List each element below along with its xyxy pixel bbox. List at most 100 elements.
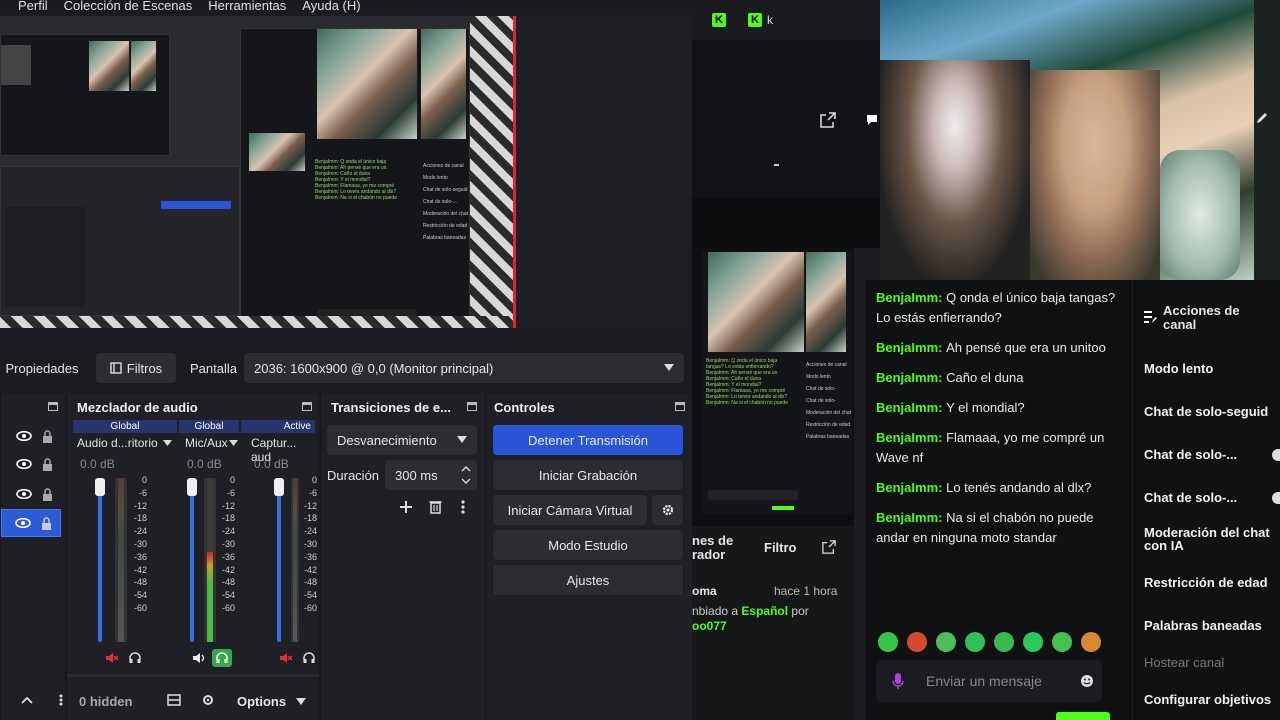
eye-icon[interactable] [16, 489, 32, 499]
channel-action-item[interactable]: Palabras baneadas [1144, 618, 1262, 633]
lock-icon[interactable] [42, 487, 53, 501]
mixer-scrollbar[interactable] [67, 674, 319, 677]
chat-bubble-icon[interactable] [866, 114, 878, 126]
menu-herramientas[interactable]: Herramientas [208, 0, 286, 12]
channel-action-item[interactable]: Hostear canal [1144, 655, 1224, 670]
source-row[interactable] [1, 450, 61, 478]
stop-stream-button[interactable]: Detener Transmisión [493, 425, 683, 455]
transition-select[interactable]: Desvanecimiento [327, 425, 477, 455]
menu-coleccion-escenas[interactable]: Colección de Escenas [64, 0, 193, 12]
emote-icon[interactable] [994, 632, 1014, 652]
options-button[interactable]: Options [237, 694, 286, 709]
send-button[interactable] [1056, 712, 1110, 720]
source-row-selected[interactable] [1, 509, 61, 537]
emote-icon[interactable] [1023, 632, 1043, 652]
lock-icon[interactable] [41, 516, 52, 530]
more-vertical-icon[interactable] [59, 694, 63, 706]
volume-fader[interactable] [190, 482, 194, 642]
emote-icon[interactable] [907, 632, 927, 652]
volume-fader[interactable] [277, 482, 281, 642]
popout-icon[interactable] [48, 402, 58, 411]
more-vertical-icon[interactable] [461, 500, 465, 514]
chat-username[interactable]: BenjaImm [876, 290, 938, 305]
fader-knob[interactable] [187, 478, 197, 496]
virtual-camera-button[interactable]: Iniciar Cámara Virtual [493, 495, 647, 525]
chevron-down-icon[interactable] [296, 698, 306, 705]
obs-preview[interactable]: BenjaImm: Q onda el único baja BenjaImm: … [0, 16, 692, 328]
duration-spinbox[interactable]: 300 ms [385, 460, 477, 490]
emote-icon[interactable] [936, 632, 956, 652]
chat-username[interactable]: BenjaImm [876, 510, 938, 525]
emoji-icon[interactable] [1080, 674, 1094, 688]
chat-username[interactable]: BenjaImm [876, 430, 938, 445]
fader-knob[interactable] [95, 478, 105, 496]
fader-knob[interactable] [274, 478, 284, 496]
popout-icon[interactable] [302, 402, 312, 411]
spin-arrows-icon[interactable] [461, 464, 471, 486]
eye-icon[interactable] [15, 518, 31, 528]
chat-username[interactable]: BenjaImm [876, 340, 938, 355]
chevron-up-icon[interactable] [21, 696, 33, 704]
kick-logo-icon[interactable]: K [748, 13, 762, 27]
popout-arrow-icon[interactable] [822, 540, 836, 554]
actions-title: Acciones de canal [1163, 303, 1240, 332]
start-recording-button[interactable]: Iniciar Grabación [493, 460, 683, 490]
popout-icon[interactable] [467, 402, 477, 411]
speaker-muted-icon[interactable] [105, 652, 119, 664]
gear-icon[interactable] [201, 693, 215, 707]
lock-icon[interactable] [42, 457, 53, 471]
emote-icon[interactable] [1052, 632, 1072, 652]
chat-text: Ah pensé que era un unitoo [946, 340, 1106, 355]
add-icon[interactable] [399, 500, 413, 514]
toggle-switch[interactable] [1272, 449, 1280, 461]
channel-action-item[interactable]: Modo lento [1144, 361, 1213, 376]
emote-icon[interactable] [1081, 632, 1101, 652]
chat-username[interactable]: BenjaImm [876, 370, 938, 385]
headphones-icon[interactable] [303, 652, 315, 664]
source-row[interactable] [1, 422, 61, 450]
mod-event-user[interactable]: oo077 [692, 619, 727, 633]
channel-action-item[interactable]: Moderación del chat con IA [1144, 526, 1280, 552]
chevron-down-icon[interactable] [163, 440, 172, 446]
filter-button[interactable]: Filtro [764, 540, 797, 555]
monitor-toggle[interactable] [212, 649, 232, 667]
chat-text: Lo tenés andando al dlx? [946, 480, 1092, 495]
lock-icon[interactable] [42, 429, 53, 443]
volume-fader[interactable] [98, 482, 102, 642]
studio-mode-button[interactable]: Modo Estudio [493, 530, 683, 560]
chat-username[interactable]: BenjaImm [876, 400, 938, 415]
channel-action-item[interactable]: Chat de solo-... [1144, 490, 1237, 505]
kick-logo-icon[interactable]: K [712, 13, 726, 27]
popout-arrow-icon[interactable] [820, 112, 836, 128]
virtual-camera-settings-button[interactable] [652, 495, 683, 525]
chat-input[interactable]: Enviar un mensaje [876, 660, 1102, 702]
channel-action-item[interactable]: Chat de solo-... [1144, 447, 1237, 462]
properties-bar: Propiedades Filtros Pantalla 2036: 1600x… [0, 348, 692, 388]
emote-icon[interactable] [965, 632, 985, 652]
channel-action-item[interactable]: Configurar objetivos [1144, 692, 1271, 707]
microphone-icon[interactable] [892, 673, 904, 690]
speaker-muted-icon[interactable] [279, 652, 293, 664]
headphones-icon[interactable] [129, 652, 141, 664]
eye-icon[interactable] [16, 431, 32, 441]
chat-username[interactable]: BenjaImm [876, 480, 938, 495]
filters-button[interactable]: Filtros [96, 353, 176, 383]
settings-button[interactable]: Ajustes [493, 565, 683, 595]
popout-icon[interactable] [675, 402, 685, 411]
display-select[interactable]: 2036: 1600x900 @ 0,0 (Monitor principal) [244, 353, 684, 383]
kick-top-letter: k [767, 13, 773, 27]
menu-ayuda[interactable]: Ayuda (H) [302, 0, 360, 12]
edit-pencil-icon[interactable] [1256, 112, 1268, 124]
menu-perfil[interactable]: Perfil [18, 0, 48, 12]
emote-icon[interactable] [878, 632, 898, 652]
speaker-icon[interactable] [192, 652, 206, 664]
toggle-switch[interactable] [1272, 492, 1280, 504]
source-row[interactable] [1, 480, 61, 508]
channel-action-item[interactable]: Restricción de edad [1144, 575, 1268, 590]
channel-action-item[interactable]: Chat de solo-seguid [1144, 404, 1268, 419]
eye-icon[interactable] [16, 459, 32, 469]
properties-button[interactable]: Propiedades [0, 353, 84, 383]
layout-icon[interactable] [167, 694, 181, 706]
trash-icon[interactable] [429, 499, 442, 514]
chevron-down-icon[interactable] [229, 440, 238, 446]
